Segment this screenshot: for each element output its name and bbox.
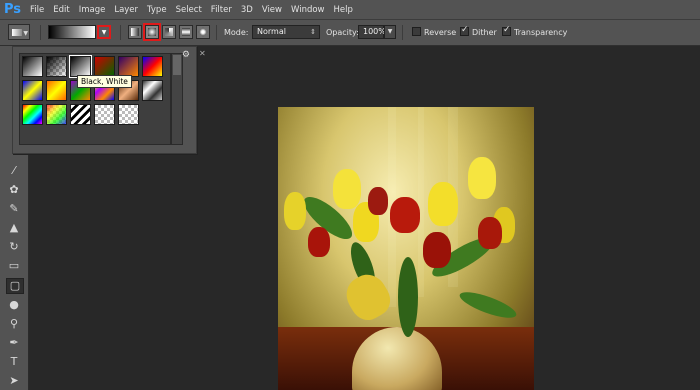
- type-icon[interactable]: T: [6, 355, 22, 369]
- gradient-preset-swatch[interactable]: [46, 80, 67, 101]
- menu-image[interactable]: Image: [79, 5, 106, 15]
- divider: [40, 25, 41, 40]
- angle-gradient-button[interactable]: [162, 25, 176, 39]
- gradient-preset-swatch[interactable]: [118, 104, 139, 125]
- presets-scrollbar[interactable]: [171, 53, 183, 145]
- caret-down-icon: ▼: [101, 28, 107, 36]
- gradient-preset-swatch[interactable]: [22, 80, 43, 101]
- tulip: [308, 227, 330, 257]
- menu-view[interactable]: View: [262, 5, 282, 15]
- photoshop-logo: Ps: [4, 2, 22, 17]
- menu-select[interactable]: Select: [176, 5, 202, 15]
- opacity-label: Opacity:: [326, 28, 359, 37]
- gradient-preset-swatch[interactable]: [118, 56, 139, 77]
- diamond-gradient-icon: [198, 27, 208, 37]
- linear-gradient-icon: [131, 28, 139, 36]
- tulip: [368, 187, 388, 215]
- tulip: [284, 192, 306, 230]
- options-bar: ▼ ▼ Mode: Normal ⇕ Opacity: 100% ▼ Rever…: [0, 20, 700, 46]
- opacity-input[interactable]: 100%: [358, 25, 386, 39]
- scrollbar-thumb[interactable]: [173, 55, 181, 75]
- dodge-icon[interactable]: ⚲: [6, 317, 22, 331]
- tulip: [423, 232, 451, 268]
- updown-arrows-icon: ⇕: [310, 28, 316, 36]
- divider: [216, 25, 217, 40]
- leaf: [457, 287, 519, 323]
- tulip: [390, 197, 420, 233]
- close-icon[interactable]: ✕: [199, 49, 206, 58]
- radial-gradient-icon: [148, 28, 156, 36]
- reverse-label: Reverse: [424, 28, 457, 37]
- healing-brush-icon[interactable]: ✿: [6, 183, 22, 197]
- gradient-tool-icon: [12, 29, 22, 36]
- gradient-preset-swatch[interactable]: [94, 56, 115, 77]
- gradient-preset-swatch[interactable]: [46, 56, 67, 77]
- eraser-icon[interactable]: ▭: [6, 259, 22, 273]
- gradient-presets-grid: [19, 53, 171, 145]
- history-brush-icon[interactable]: ↻: [6, 240, 22, 254]
- tulip: [428, 182, 458, 226]
- opacity-value: 100%: [363, 27, 386, 36]
- radial-gradient-button[interactable]: [143, 23, 161, 41]
- menu-bar: Ps File Edit Image Layer Type Select Fil…: [0, 0, 700, 20]
- tulip: [468, 157, 496, 199]
- reverse-checkbox[interactable]: [412, 27, 421, 36]
- gradient-tool-icon[interactable]: ▢: [6, 278, 24, 294]
- brush-icon[interactable]: ✎: [6, 202, 22, 216]
- document-canvas[interactable]: [278, 107, 534, 390]
- menu-file[interactable]: File: [30, 5, 44, 15]
- gear-icon[interactable]: ⚙: [182, 50, 190, 60]
- reflected-gradient-button[interactable]: [179, 25, 193, 39]
- mode-select[interactable]: Normal ⇕: [252, 25, 320, 39]
- tulip: [333, 169, 361, 209]
- gradient-picker-dropdown[interactable]: ▼: [97, 25, 111, 39]
- transparency-checkbox[interactable]: [502, 25, 511, 36]
- gradient-preset-swatch[interactable]: [69, 55, 92, 78]
- opacity-dropdown[interactable]: ▼: [384, 25, 396, 39]
- blur-icon[interactable]: ●: [6, 298, 22, 312]
- divider: [402, 25, 403, 40]
- mode-label: Mode:: [224, 28, 249, 37]
- menu-filter[interactable]: Filter: [211, 5, 232, 15]
- light-ray: [418, 107, 424, 297]
- gradient-preset-swatch[interactable]: [94, 104, 115, 125]
- menu-type[interactable]: Type: [147, 5, 167, 15]
- gradient-preview[interactable]: [48, 25, 96, 39]
- gradient-preset-swatch[interactable]: [70, 104, 91, 125]
- pen-icon[interactable]: ✒: [6, 336, 22, 350]
- gradient-tooltip: Black, White: [77, 75, 132, 88]
- dither-checkbox[interactable]: [460, 25, 469, 36]
- dither-label: Dither: [472, 28, 497, 37]
- leaf: [398, 257, 418, 337]
- divider: [120, 25, 121, 40]
- gradient-picker-panel: ⚙: [12, 46, 197, 154]
- mode-value: Normal: [257, 27, 286, 36]
- diamond-gradient-button[interactable]: [196, 25, 210, 39]
- menu-help[interactable]: Help: [334, 5, 353, 15]
- gradient-preset-swatch[interactable]: [22, 104, 43, 125]
- gradient-preset-swatch[interactable]: [22, 56, 43, 77]
- eyedropper-icon[interactable]: ⁄: [6, 164, 22, 178]
- menu-window[interactable]: Window: [291, 5, 325, 15]
- menu-3d[interactable]: 3D: [241, 5, 253, 15]
- gradient-preset-swatch[interactable]: [46, 104, 67, 125]
- transparency-label: Transparency: [514, 28, 568, 37]
- menu-edit[interactable]: Edit: [53, 5, 69, 15]
- caret-down-icon: ▼: [23, 30, 28, 37]
- tool-preset-picker[interactable]: ▼: [8, 24, 30, 40]
- gradient-preset-swatch[interactable]: [142, 80, 163, 101]
- clone-stamp-icon[interactable]: ▲: [6, 221, 22, 235]
- menu-layer[interactable]: Layer: [114, 5, 138, 15]
- path-selection-icon[interactable]: ➤: [6, 374, 22, 388]
- reflected-gradient-icon: [182, 28, 190, 36]
- gradient-preset-swatch[interactable]: [142, 56, 163, 77]
- linear-gradient-button[interactable]: [128, 25, 142, 39]
- angle-gradient-icon: [165, 28, 173, 36]
- tulip: [478, 217, 502, 249]
